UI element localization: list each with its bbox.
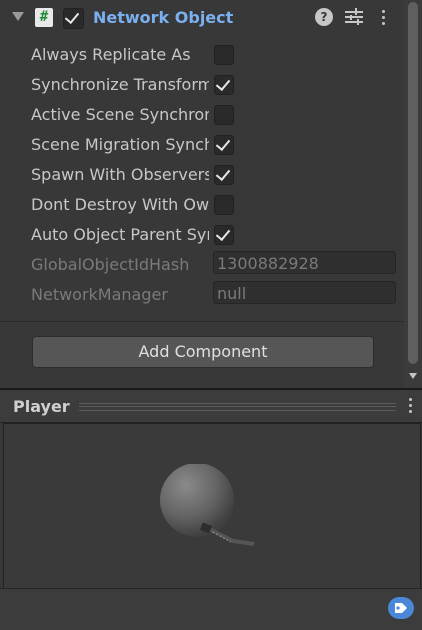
property-checkbox[interactable] — [214, 135, 234, 155]
add-component-button[interactable]: Add Component — [32, 336, 374, 368]
preview-footer — [0, 588, 422, 630]
property-label: Active Scene Synchronization — [31, 105, 209, 124]
csharp-script-icon: # — [35, 8, 53, 27]
scrollbar-thumb[interactable] — [408, 2, 418, 364]
help-icon[interactable]: ? — [315, 8, 333, 26]
preview-drag-handle[interactable] — [79, 403, 396, 411]
checkmark-icon — [215, 135, 231, 152]
property-row: Auto Object Parent Sync — [0, 220, 404, 250]
scroll-down-arrow-icon[interactable] — [409, 373, 417, 379]
property-checkbox[interactable] — [214, 45, 234, 65]
property-checkbox[interactable] — [214, 225, 234, 245]
kebab-menu-icon[interactable] — [382, 10, 386, 28]
property-row: NetworkManager null — [0, 280, 404, 310]
property-label: Dont Destroy With Owner — [31, 195, 209, 214]
property-row: Synchronize Transform — [0, 70, 404, 100]
model-preview[interactable] — [3, 423, 421, 589]
preview-title: Player — [13, 397, 70, 416]
component-header[interactable]: # Network Object ? — [0, 0, 404, 34]
checkmark-icon — [215, 165, 231, 182]
property-row: Always Replicate As — [0, 40, 404, 70]
property-label: Auto Object Parent Sync — [31, 225, 209, 244]
property-label: Spawn With Observers — [31, 165, 209, 184]
property-label: NetworkManager — [31, 285, 168, 304]
readonly-value-field: 1300882928 — [213, 251, 396, 274]
property-checkbox[interactable] — [214, 105, 234, 125]
readonly-value-field: null — [213, 281, 396, 304]
property-checkbox[interactable] — [214, 75, 234, 95]
checkmark-icon — [64, 8, 80, 25]
foldout-arrow-icon[interactable] — [12, 12, 24, 21]
checkmark-icon — [215, 75, 231, 92]
property-row: Dont Destroy With Owner — [0, 190, 404, 220]
property-label: GlobalObjectIdHash — [31, 255, 190, 274]
property-row: Spawn With Observers — [0, 160, 404, 190]
property-label: Scene Migration Synchronization — [31, 135, 209, 154]
property-row: GlobalObjectIdHash 1300882928 — [0, 250, 404, 280]
property-label: Synchronize Transform — [31, 75, 209, 94]
preview-header: Player — [0, 390, 422, 423]
property-row: Active Scene Synchronization — [0, 100, 404, 130]
checkmark-icon — [215, 225, 231, 242]
player-sphere-model — [160, 464, 255, 546]
property-checkbox[interactable] — [214, 165, 234, 185]
presets-icon[interactable] — [345, 8, 363, 26]
asset-label-icon[interactable] — [388, 597, 414, 619]
separator — [0, 321, 404, 322]
component-title: Network Object — [93, 8, 234, 27]
property-checkbox[interactable] — [214, 195, 234, 215]
inspector-scrollbar[interactable] — [404, 0, 422, 388]
component-enabled-checkbox[interactable] — [63, 8, 84, 29]
property-row: Scene Migration Synchronization — [0, 130, 404, 160]
preview-kebab-menu-icon[interactable] — [409, 398, 413, 416]
inspector-panel: # Network Object ? Always Replicate As Sy… — [0, 0, 404, 388]
property-label: Always Replicate As — [31, 45, 191, 64]
